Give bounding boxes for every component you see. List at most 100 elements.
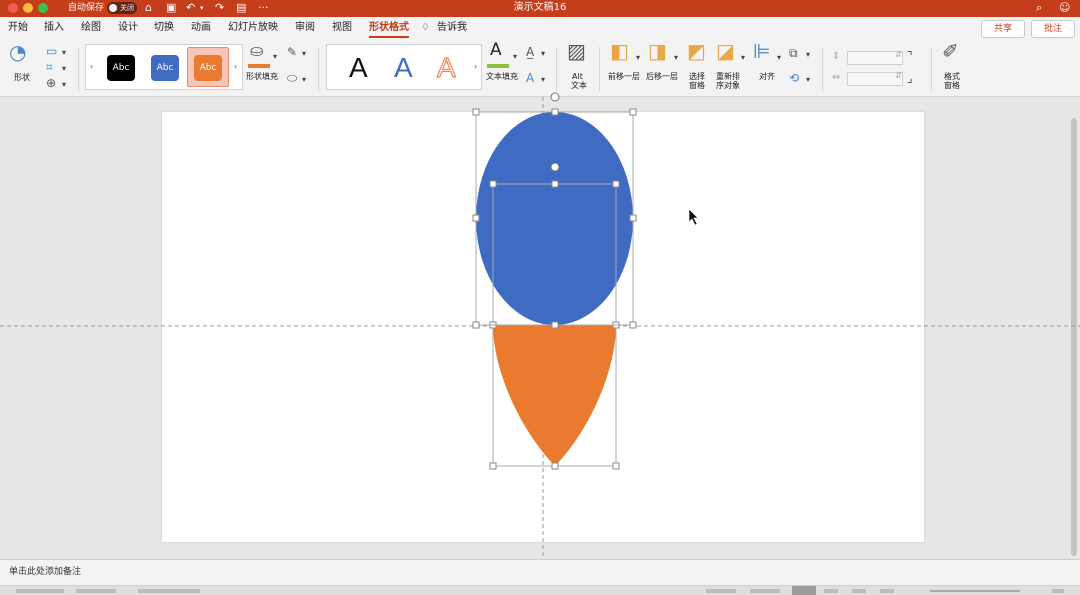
tab-draw[interactable]: 绘图 <box>81 21 101 35</box>
shape-outline-icon[interactable]: ✎ <box>287 45 297 59</box>
group-icon[interactable]: ⧉ <box>789 46 798 60</box>
shapes-icon[interactable]: ◔ <box>9 42 26 62</box>
text-outline-icon[interactable]: A̲ <box>526 45 534 59</box>
shape-style-orange[interactable]: Abc <box>194 55 222 81</box>
tab-home[interactable]: 开始 <box>8 21 28 35</box>
normal-view-button[interactable] <box>792 586 816 595</box>
divider <box>931 47 932 91</box>
chevron-down-icon[interactable]: ▾ <box>513 52 517 61</box>
slide-canvas[interactable] <box>162 112 924 542</box>
chevron-down-icon[interactable]: ▾ <box>302 75 306 84</box>
comment-label: 批注 <box>1043 24 1062 34</box>
wordart-letter: A <box>394 52 413 83</box>
chevron-down-icon[interactable]: ▾ <box>541 49 545 58</box>
document-title: 演示文稿16 <box>513 2 567 13</box>
chevron-down-icon[interactable]: ▾ <box>62 80 66 89</box>
chevron-right-icon[interactable]: › <box>234 62 237 71</box>
zoom-slider[interactable] <box>930 590 1020 592</box>
chevron-down-icon[interactable]: ▾ <box>806 75 810 84</box>
divider <box>318 47 319 91</box>
text-box-icon[interactable]: ▭ <box>46 44 57 58</box>
wordart-letter: A <box>436 51 456 83</box>
tab-insert[interactable]: 插入 <box>44 21 64 35</box>
swatch-text: Abc <box>156 63 174 73</box>
tab-transitions[interactable]: 切换 <box>154 21 174 35</box>
shape-style-blue[interactable]: Abc <box>151 55 179 81</box>
height-icon: ⇕ <box>832 51 841 62</box>
search-icon[interactable]: ⌕ <box>1036 1 1042 15</box>
send-backward-icon[interactable]: ◨ <box>648 41 667 61</box>
text-effects-icon[interactable]: A <box>526 71 534 85</box>
send-backward-label: 后移一层 <box>646 72 678 81</box>
wordart-gallery: A A A › <box>326 44 482 90</box>
slide-sorter-button[interactable] <box>824 589 838 593</box>
divider <box>599 47 600 91</box>
bring-forward-icon[interactable]: ◧ <box>610 41 629 61</box>
account-icon[interactable]: ☺ <box>1059 1 1070 15</box>
alt-text-icon[interactable]: ▨ <box>567 41 586 61</box>
tell-me-box[interactable]: 告诉我 <box>437 21 467 35</box>
text-fill-label: 文本填充 <box>486 72 518 81</box>
merge-shapes-icon[interactable]: ⊕ <box>46 76 56 90</box>
chevron-down-icon[interactable]: ▾ <box>674 53 678 62</box>
shape-style-black[interactable]: Abc <box>107 55 135 81</box>
wordart-style-orange[interactable]: A <box>436 51 456 85</box>
comment-button[interactable]: 批注 <box>1031 20 1075 38</box>
edit-shape-icon[interactable]: ⌗ <box>46 60 53 74</box>
width-icon: ⇔ <box>832 72 841 83</box>
rotate-icon[interactable]: ⟲ <box>789 71 799 85</box>
paint-bucket-icon[interactable]: ⛀ <box>250 43 263 59</box>
vertical-scrollbar[interactable] <box>1071 118 1077 556</box>
stepper-icon[interactable]: ⇵ <box>895 50 902 59</box>
divider <box>78 47 79 91</box>
chevron-down-icon[interactable]: ▾ <box>541 75 545 84</box>
wordart-style-black[interactable]: A <box>349 51 368 85</box>
align-icon[interactable]: ⊫ <box>753 41 770 61</box>
status-bar <box>0 585 1080 595</box>
lock-aspect-bracket-icon[interactable]: ⌟ <box>907 71 913 85</box>
tab-design[interactable]: 设计 <box>118 21 138 35</box>
tab-shape-format[interactable]: 形状格式 <box>369 21 409 35</box>
text-fill-icon[interactable]: A <box>490 42 502 59</box>
slide-counter <box>16 589 64 593</box>
reading-view-button[interactable] <box>852 589 866 593</box>
reorder-label: 序对象 <box>716 81 740 90</box>
chevron-down-icon[interactable]: ▾ <box>777 53 781 62</box>
chevron-down-icon[interactable]: ▾ <box>273 52 277 61</box>
lock-aspect-bracket-icon[interactable]: ⌝ <box>907 49 913 63</box>
selection-pane-label: 窗格 <box>689 81 705 90</box>
chevron-down-icon[interactable]: ▾ <box>741 53 745 62</box>
shape-effects-icon[interactable]: ⬭ <box>287 71 297 85</box>
chevron-down-icon[interactable]: ▾ <box>62 64 66 73</box>
selection-pane-icon[interactable]: ◩ <box>687 41 706 61</box>
slideshow-button[interactable] <box>880 589 894 593</box>
bring-forward-label: 前移一层 <box>608 72 640 81</box>
swatch-text: Abc <box>112 63 130 73</box>
shape-style-gallery: ‹ Abc Abc Abc › <box>85 44 243 90</box>
comments-toggle[interactable] <box>750 589 780 593</box>
accessibility-indicator[interactable] <box>138 589 200 593</box>
chevron-down-icon[interactable]: ▾ <box>636 53 640 62</box>
format-pane-icon[interactable]: ✐ <box>942 41 959 61</box>
reorder-objects-icon[interactable]: ◪ <box>716 41 735 61</box>
tab-review[interactable]: 审阅 <box>295 21 315 35</box>
chevron-down-icon[interactable]: ▾ <box>62 48 66 57</box>
chevron-down-icon[interactable]: ▾ <box>806 50 810 59</box>
tab-slideshow[interactable]: 幻灯片放映 <box>228 21 278 35</box>
chevron-down-icon[interactable]: ▾ <box>302 49 306 58</box>
divider <box>556 47 557 91</box>
tab-view[interactable]: 视图 <box>332 21 352 35</box>
alt-text-label: 文本 <box>571 81 587 90</box>
notes-toggle[interactable] <box>706 589 736 593</box>
chevron-right-icon[interactable]: › <box>474 62 477 71</box>
share-button[interactable]: 共享 <box>981 20 1025 38</box>
fit-slide-button[interactable] <box>1052 589 1064 593</box>
notes-pane[interactable]: 单击此处添加备注 <box>0 559 1080 585</box>
title-bar: 自动保存 关闭 ⌂ ▣ ↶ ▾ ↷ ▤ ··· 演示文稿16 ⌕ ☺ <box>0 0 1080 17</box>
share-label: 共享 <box>993 24 1012 34</box>
shape-fill-label: 形状填充 <box>246 72 278 81</box>
stepper-icon[interactable]: ⇵ <box>895 71 902 80</box>
wordart-style-blue[interactable]: A <box>394 51 413 85</box>
chevron-left-icon[interactable]: ‹ <box>90 62 93 71</box>
tab-animations[interactable]: 动画 <box>191 21 211 35</box>
